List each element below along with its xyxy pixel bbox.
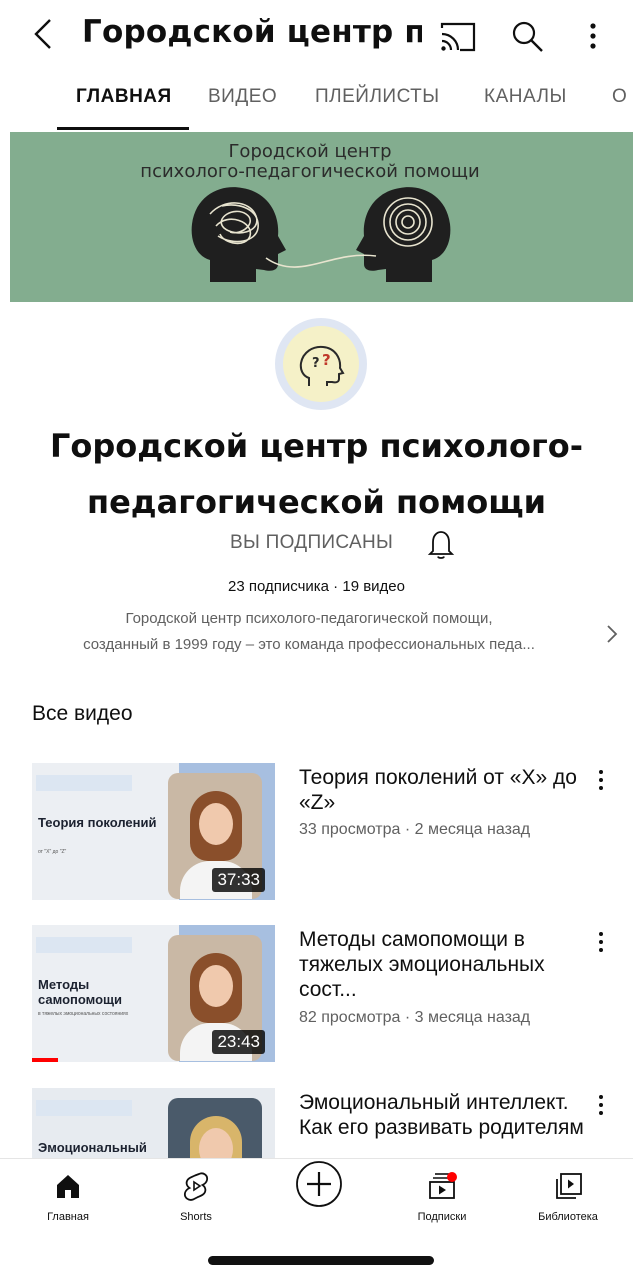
create-plus-icon[interactable] <box>294 1159 344 1209</box>
more-vertical-icon[interactable] <box>594 929 608 957</box>
video-item[interactable]: Методы самопомощи в тяжелых эмоциональны… <box>0 925 633 1075</box>
svg-text:?: ? <box>322 351 331 369</box>
search-icon[interactable] <box>509 18 545 54</box>
channel-avatar[interactable]: ? ? <box>275 318 367 410</box>
thumbnail-org-label <box>36 937 132 953</box>
tab-about[interactable]: О К <box>612 86 633 108</box>
video-thumbnail[interactable]: Теория поколений от "X" до "Z" 37:33 <box>32 763 275 900</box>
subscriptions-icon <box>427 1171 457 1201</box>
channel-name-line-2: педагогической помощи <box>86 483 547 521</box>
bottom-navigation: Главная Shorts Подписки Библиотека <box>0 1158 633 1238</box>
nav-library[interactable]: Библиотека <box>518 1169 618 1233</box>
nav-label: Shorts <box>180 1211 212 1223</box>
thumbnail-org-label <box>36 775 132 791</box>
description-line-1: Городской центр психолого-педагогической… <box>125 610 493 627</box>
tab-videos[interactable]: ВИДЕО <box>208 86 277 108</box>
bell-icon[interactable] <box>426 528 456 560</box>
video-thumbnail[interactable]: Методы самопомощи в тяжелых эмоциональны… <box>32 925 275 1062</box>
page-title: Городской центр пси... <box>82 14 422 50</box>
shorts-icon <box>181 1171 211 1201</box>
channel-name-line-1: Городской центр психолого- <box>50 427 583 465</box>
section-title: Все видео <box>32 702 133 725</box>
nav-label: Библиотека <box>538 1211 598 1223</box>
photo-face <box>199 965 233 1007</box>
tab-home[interactable]: ГЛАВНАЯ <box>76 86 172 108</box>
video-meta: 33 просмотра · 2 месяца назад <box>299 821 531 838</box>
thumbnail-org-label <box>36 1100 132 1116</box>
thumbnail-heading: Методы самопомощи <box>38 977 122 1007</box>
description-line-2: созданный в 1999 году – это команда проф… <box>83 636 535 653</box>
tab-playlists[interactable]: ПЛЕЙЛИСТЫ <box>315 86 440 108</box>
video-title[interactable]: Методы самопомощи в тяжелых эмоциональны… <box>299 927 589 1002</box>
avatar-inner: ? ? <box>283 326 359 402</box>
video-item[interactable]: Эмоциональный Эмоциональный интеллект. К… <box>0 1088 633 1158</box>
home-indicator[interactable] <box>208 1256 434 1265</box>
more-vertical-icon[interactable] <box>594 1092 608 1120</box>
video-title[interactable]: Теория поколений от «X» до «Z» <box>299 765 589 815</box>
video-title[interactable]: Эмоциональный интеллект. Как его развива… <box>299 1090 589 1140</box>
video-item[interactable]: Теория поколений от "X" до "Z" 37:33 Тео… <box>0 763 633 913</box>
more-vertical-icon[interactable] <box>585 18 601 54</box>
banner-heads-illustration <box>191 187 451 282</box>
subscribed-label: ВЫ ПОДПИСАНЫ <box>230 532 394 553</box>
chevron-right-icon[interactable] <box>603 622 621 646</box>
video-meta: 82 просмотра · 3 месяца назад <box>299 1009 531 1026</box>
channel-tabs: ГЛАВНАЯ ВИДЕО ПЛЕЙЛИСТЫ КАНАЛЫ О К <box>0 76 633 132</box>
nav-shorts[interactable]: Shorts <box>146 1169 246 1233</box>
nav-subscriptions[interactable]: Подписки <box>392 1169 492 1233</box>
nav-label: Главная <box>47 1211 89 1223</box>
home-icon <box>53 1171 83 1201</box>
svg-text:?: ? <box>312 356 320 371</box>
library-icon <box>553 1171 583 1201</box>
thumbnail-heading: Теория поколений <box>38 815 157 830</box>
channel-stats: 23 подписчика · 19 видео <box>228 578 405 595</box>
video-thumbnail[interactable]: Эмоциональный <box>32 1088 275 1158</box>
video-duration: 37:33 <box>212 868 265 892</box>
thumbnail-photo <box>168 1098 262 1158</box>
watch-progress-bar <box>32 1058 58 1062</box>
nav-label: Подписки <box>417 1211 467 1223</box>
channel-description[interactable]: Городской центр психолого-педагогической… <box>14 606 604 658</box>
channel-name: Городской центр психолого- педагогическо… <box>0 418 633 530</box>
nav-home[interactable]: Главная <box>18 1169 118 1233</box>
cast-icon[interactable] <box>438 20 478 54</box>
top-app-bar: Городской центр пси... <box>0 0 633 70</box>
head-question-icon: ? ? <box>299 345 345 386</box>
thumbnail-subheading: от "X" до "Z" <box>38 849 67 855</box>
chevron-left-icon[interactable] <box>28 16 60 52</box>
more-vertical-icon[interactable] <box>594 767 608 795</box>
thumbnail-heading: Эмоциональный <box>38 1140 147 1155</box>
tab-active-indicator <box>57 127 189 130</box>
thumbnail-subheading: в тяжелых эмоциональных состояниях <box>38 1011 129 1017</box>
channel-banner: Городской центр психолого-педагогической… <box>10 132 633 302</box>
video-duration: 23:43 <box>212 1030 265 1054</box>
photo-face <box>199 803 233 845</box>
tab-channels[interactable]: КАНАЛЫ <box>484 86 567 108</box>
